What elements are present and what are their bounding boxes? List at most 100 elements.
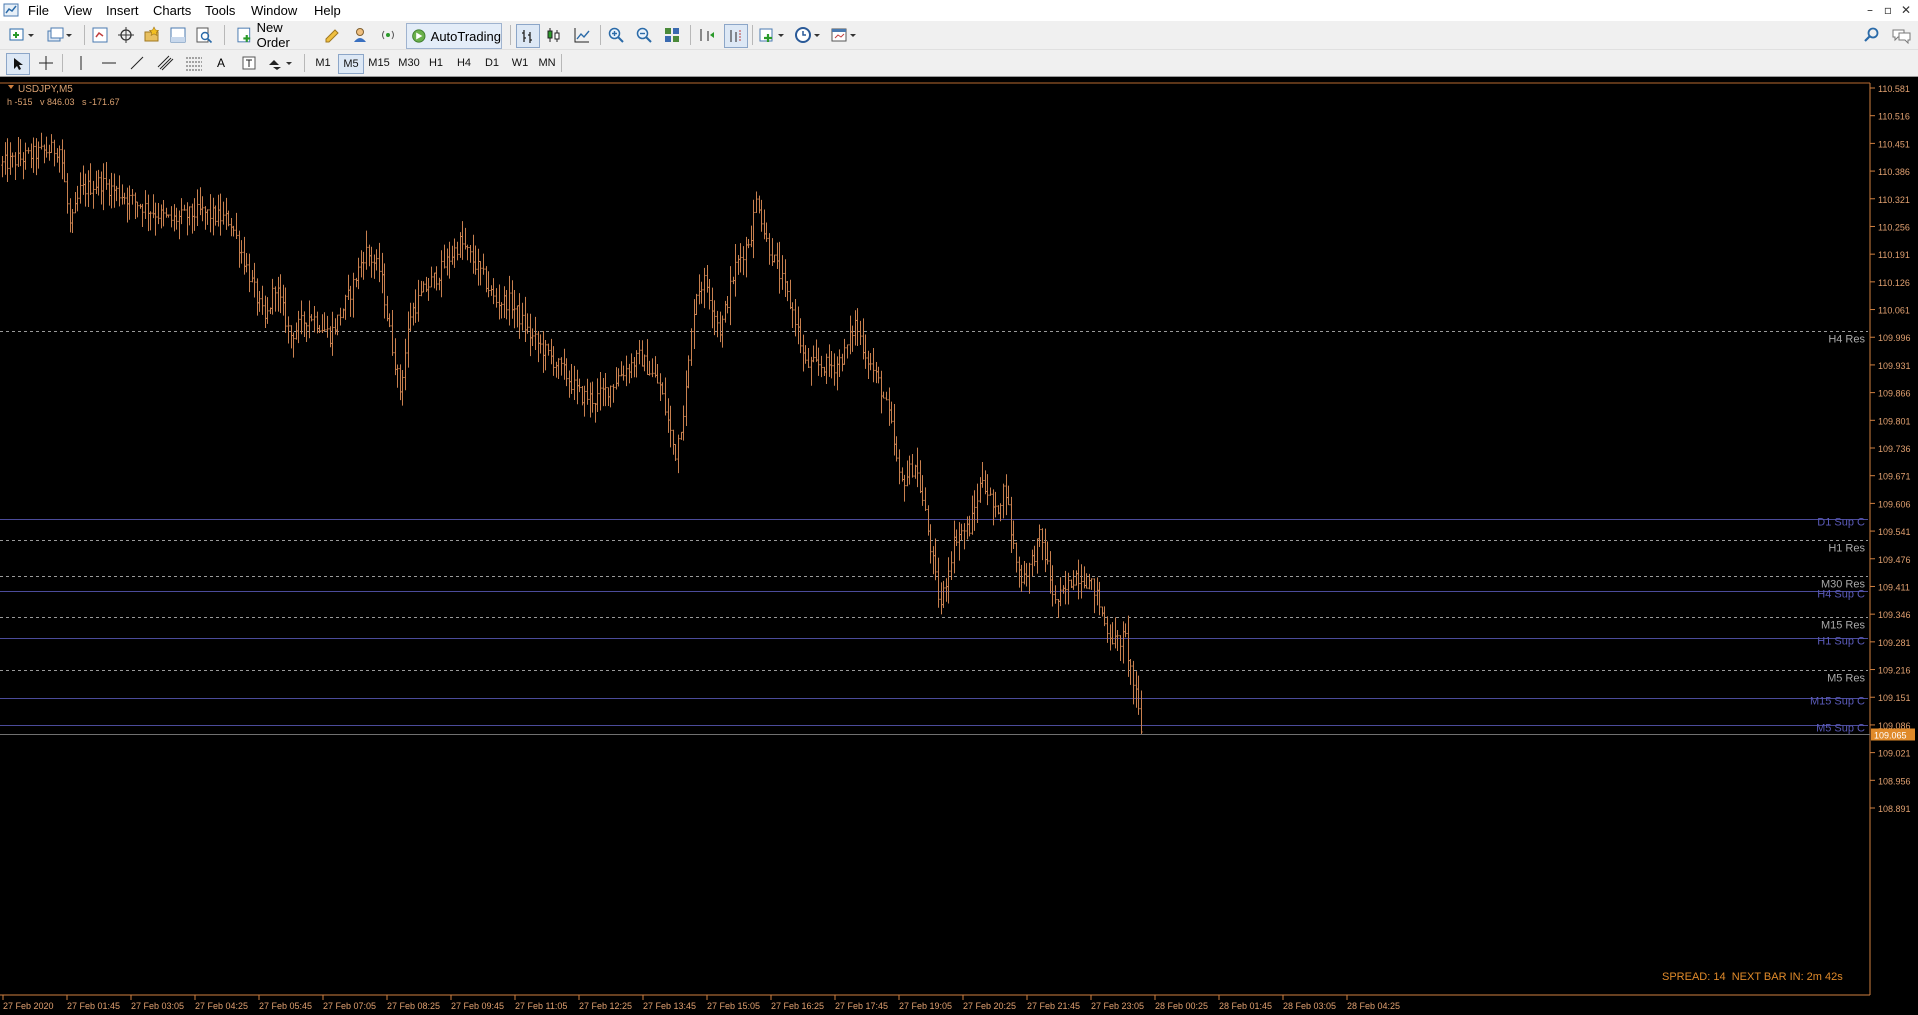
star-folder-icon (144, 26, 160, 42)
timeframe-m1[interactable]: M1 (310, 54, 336, 72)
templates-button[interactable] (830, 26, 860, 44)
indicators-icon (759, 28, 784, 42)
x-tick-label: 28 Feb 04:25 (1347, 1001, 1400, 1011)
timeframe-m5[interactable]: M5 (338, 54, 364, 74)
x-tick-label: 27 Feb 21:45 (1027, 1001, 1080, 1011)
chat-icon (1892, 29, 1911, 44)
fibonacci-button[interactable] (184, 54, 204, 72)
navigator-button[interactable] (142, 26, 162, 44)
new-order-label: New Order (256, 20, 290, 50)
autotrading-label: AutoTrading (430, 28, 501, 44)
trendline-button[interactable] (128, 54, 146, 72)
chart-collapse-icon[interactable] (8, 85, 14, 89)
x-tick-label: 27 Feb 23:05 (1091, 1001, 1144, 1011)
menu-file[interactable]: File (28, 3, 49, 18)
x-tick-label: 27 Feb 09:45 (451, 1001, 504, 1011)
timeframe-m15[interactable]: M15 (364, 54, 394, 72)
auto-scroll-button[interactable] (696, 26, 716, 44)
candlestick-button[interactable] (544, 26, 564, 44)
y-tick-label: 108.956 (1878, 776, 1911, 786)
menu-help[interactable]: Help (314, 3, 341, 18)
timeframe-mn[interactable]: MN (534, 54, 560, 72)
channel-icon (157, 55, 174, 71)
chart-shift-icon (730, 30, 741, 42)
chat-button[interactable] (1890, 26, 1912, 44)
x-tick-label: 27 Feb 01:45 (67, 1001, 120, 1011)
status-text: SPREAD: 14 NEXT BAR IN: 2m 42s (1662, 971, 1843, 983)
bar-chart-icon (522, 30, 532, 43)
y-tick-label: 109.866 (1878, 389, 1911, 399)
y-tick-label: 109.606 (1878, 499, 1911, 509)
y-tick-label: 109.346 (1878, 610, 1911, 620)
menu-window[interactable]: Window (251, 3, 297, 18)
text-button[interactable]: A (212, 54, 230, 72)
new-chart-button[interactable] (8, 26, 36, 44)
cursor-icon (14, 58, 23, 70)
crosshair-button[interactable] (36, 54, 56, 72)
line-chart-button[interactable] (572, 26, 592, 44)
autotrading-button[interactable]: AutoTrading (406, 23, 502, 49)
y-tick-label: 109.281 (1878, 638, 1911, 648)
drawing-toolbar: A M1 M5 M15 M30 H1 H4 D1 W1 MN (0, 50, 1918, 77)
timeframe-d1[interactable]: D1 (480, 54, 504, 72)
cursor-button[interactable] (6, 53, 30, 75)
strategy-tester-button[interactable] (194, 26, 214, 44)
text-label-button[interactable] (240, 54, 258, 72)
profiles-icon (47, 27, 72, 42)
timeframe-h1[interactable]: H1 (424, 54, 448, 72)
y-tick-label: 109.736 (1878, 444, 1911, 454)
x-tick-label: 27 Feb 12:25 (579, 1001, 632, 1011)
autotrading-icon (412, 29, 426, 43)
price-chart[interactable]: H4 ResD1 Sup CH1 ResM30 ResH4 Sup CM15 R… (0, 77, 1918, 1015)
labels-layer: USDJPY,M5 h -515 v 846.03 s -171.67 SPRE… (7, 84, 1843, 983)
zoom-out-button[interactable] (634, 26, 654, 44)
close-icon[interactable]: ✕ (1898, 2, 1914, 18)
timeframe-m30[interactable]: M30 (394, 54, 424, 72)
menu-view[interactable]: View (64, 3, 92, 18)
x-tick-label: 27 Feb 20:25 (963, 1001, 1016, 1011)
new-order-button[interactable]: New Order (236, 20, 318, 50)
indicators-button[interactable] (758, 26, 788, 44)
tile-windows-button[interactable] (662, 26, 682, 44)
menu-insert[interactable]: Insert (106, 3, 139, 18)
restore-icon[interactable]: ▫ (1880, 2, 1896, 18)
terminal-button[interactable] (168, 26, 188, 44)
x-tick-label: 27 Feb 17:45 (835, 1001, 888, 1011)
chart-shift-button[interactable] (724, 24, 748, 48)
x-tick-label: 27 Feb 19:05 (899, 1001, 952, 1011)
y-tick-label: 109.801 (1878, 416, 1911, 426)
timeframe-w1[interactable]: W1 (508, 54, 532, 72)
level-label: M15 Res (1821, 620, 1866, 632)
level-label: H1 Sup C (1817, 636, 1865, 648)
arrows-button[interactable] (266, 54, 296, 72)
chart-window[interactable]: H4 Res D1 Sup C H1 Res M30 Res H4 Sup C M15 R… (0, 77, 1918, 1015)
data-window-button[interactable] (116, 26, 136, 44)
level-label: M5 Res (1827, 673, 1865, 685)
bar-chart-button[interactable] (516, 24, 540, 48)
minimize-icon[interactable]: – (1862, 2, 1878, 18)
y-tick-label: 110.516 (1878, 112, 1910, 122)
x-tick-label: 27 Feb 11:05 (515, 1001, 567, 1011)
equidistant-channel-button[interactable] (156, 54, 176, 72)
market-button[interactable] (378, 26, 398, 44)
zoom-in-button[interactable] (606, 26, 626, 44)
x-tick-label: 27 Feb 13:45 (643, 1001, 696, 1011)
menu-tools[interactable]: Tools (205, 3, 235, 18)
menu-charts[interactable]: Charts (153, 3, 191, 18)
metaeditor-button[interactable] (322, 26, 342, 44)
signals-button[interactable] (350, 26, 370, 44)
new-order-icon (237, 27, 251, 43)
search-button[interactable] (1862, 26, 1882, 44)
periods-button[interactable] (794, 26, 824, 44)
y-tick-label: 110.126 (1878, 278, 1910, 288)
x-tick-label: 27 Feb 04:25 (195, 1001, 248, 1011)
market-watch-button[interactable] (90, 26, 110, 44)
profiles-button[interactable] (46, 26, 74, 44)
horizontal-line-button[interactable] (100, 54, 118, 72)
timeframe-h4[interactable]: H4 (452, 54, 476, 72)
level-label: M15 Sup C (1810, 696, 1865, 708)
x-tick-label: 27 Feb 2020 (3, 1001, 54, 1011)
info-line: h -515 v 846.03 s -171.67 (7, 97, 120, 107)
vertical-line-button[interactable] (72, 54, 90, 72)
y-tick-label: 110.061 (1878, 306, 1910, 316)
